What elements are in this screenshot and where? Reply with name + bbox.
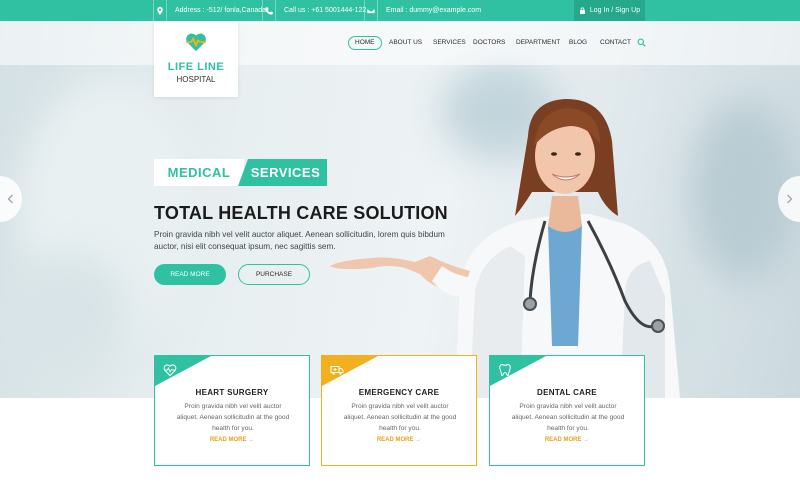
phone-info: Call us : +61 5001444-122 [262, 0, 366, 21]
nav-contact[interactable]: CONTACT [600, 36, 631, 50]
email-info: Email : dummy@example.com [364, 0, 481, 21]
login-signup-button[interactable]: Log In / Sign Up [574, 0, 645, 21]
nav-about-us[interactable]: ABOUT US [389, 36, 422, 50]
address-text: Address : -512/ fonla,Canada [175, 7, 267, 14]
purchase-button[interactable]: PURCHASE [238, 264, 310, 285]
address-info: Address : -512/ fonla,Canada [153, 0, 266, 21]
hero-tag-medical: MEDICAL [154, 159, 244, 186]
envelope-icon [364, 0, 378, 21]
card-title: HEART SURGERY [195, 388, 269, 397]
card-description: Proin gravida nibh vel velit auctor aliq… [176, 403, 290, 432]
service-card-heart-surgery[interactable]: HEART SURGERY Proin gravida nibh vel vel… [154, 355, 310, 466]
logo-title: LIFE LINE [167, 61, 225, 73]
hero-subtext: Proin gravida nibh vel velit auctor aliq… [154, 230, 445, 251]
nav-home[interactable]: HOME [348, 36, 382, 50]
card-description: Proin gravida nibh vel velit auctor aliq… [343, 403, 457, 432]
site-logo[interactable]: LIFE LINE HOSPITAL [154, 21, 238, 97]
nav-department[interactable]: DEPARTMENT [516, 36, 560, 50]
nav-services[interactable]: SERVICES [433, 36, 466, 50]
hero-headline: TOTAL HEALTH CARE SOLUTION [154, 203, 448, 223]
chevron-right-icon [787, 194, 793, 204]
login-label: Log In / Sign Up [589, 7, 641, 14]
nav-doctors[interactable]: DOCTORS [473, 36, 505, 50]
nav-blog[interactable]: BLOG [569, 36, 587, 50]
hero-tag: MEDICAL SERVICES [154, 159, 327, 186]
lock-icon [579, 7, 585, 14]
search-icon[interactable] [637, 38, 646, 47]
card-title: DENTAL CARE [537, 388, 597, 397]
email-text[interactable]: Email : dummy@example.com [386, 7, 481, 14]
heart-pulse-icon [186, 33, 206, 52]
card-read-more-link[interactable]: READ MORE → [322, 437, 476, 443]
service-card-emergency-care[interactable]: EMERGENCY CARE Proin gravida nibh vel ve… [321, 355, 477, 466]
read-more-button[interactable]: READ MORE [154, 264, 226, 285]
card-read-more-link[interactable]: READ MORE → [155, 437, 309, 443]
service-card-dental-care[interactable]: DENTAL CARE Proin gravida nibh vel velit… [489, 355, 645, 466]
phone-icon [262, 0, 276, 21]
phone-text: Call us : +61 5001444-122 [284, 7, 367, 14]
ambulance-icon [330, 366, 344, 375]
map-pin-icon [153, 0, 167, 21]
heartbeat-icon [163, 364, 177, 377]
hero-tag-services: SERVICES [238, 159, 327, 186]
card-title: EMERGENCY CARE [358, 388, 440, 397]
card-read-more-link[interactable]: READ MORE → [490, 437, 644, 443]
tooth-icon [499, 363, 511, 377]
top-info-bar: Address : -512/ fonla,Canada Call us : +… [0, 0, 800, 21]
card-description: Proin gravida nibh vel velit auctor aliq… [511, 403, 625, 432]
chevron-left-icon [7, 194, 13, 204]
logo-subtitle: HOSPITAL [176, 75, 216, 84]
